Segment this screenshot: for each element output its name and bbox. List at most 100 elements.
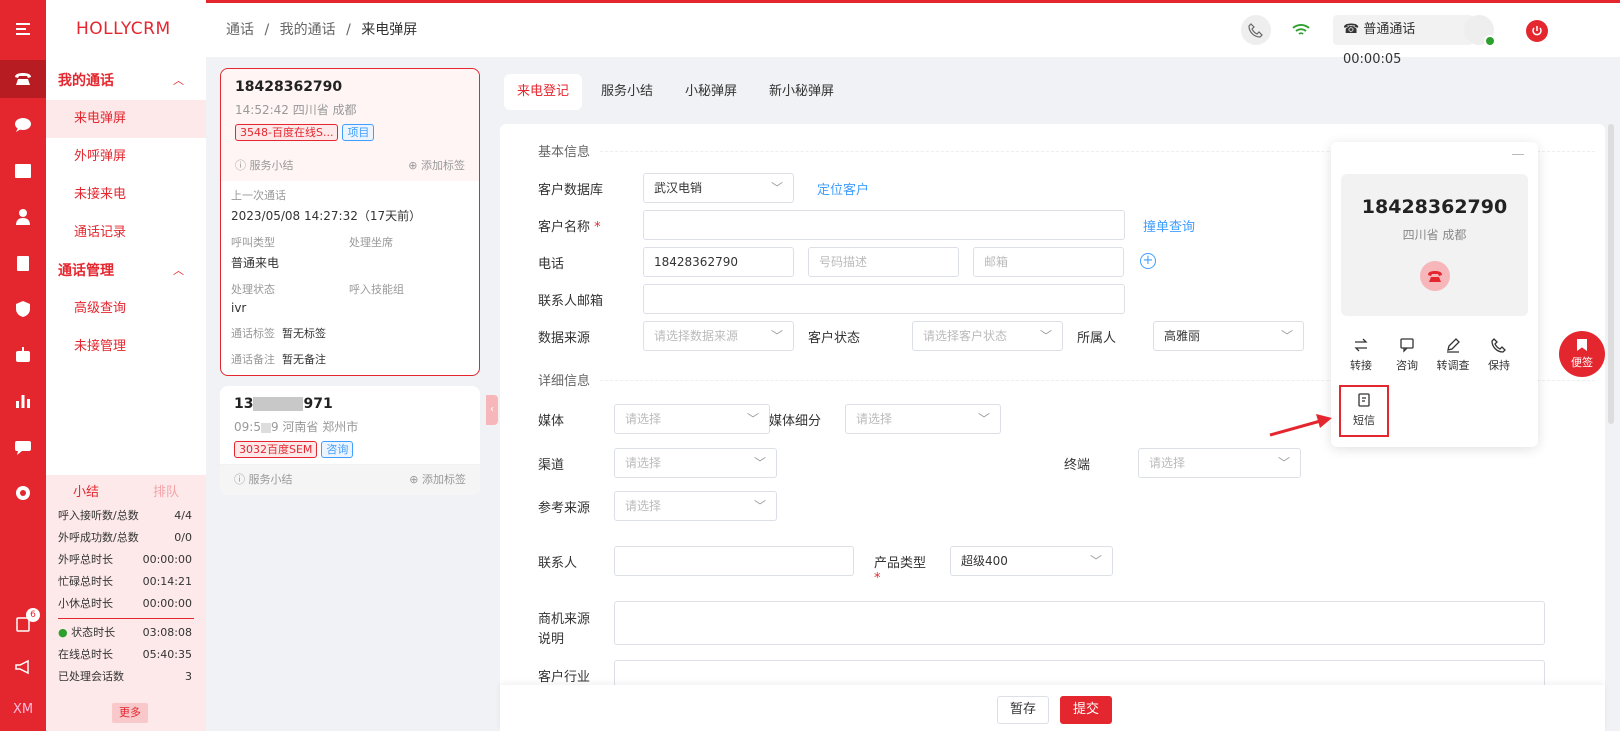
ref-source-select[interactable]: 请选择 ﹀: [614, 491, 777, 521]
clipboard-icon[interactable]: [0, 244, 46, 282]
customer-name-input[interactable]: [643, 210, 1125, 240]
wifi-icon: [1286, 15, 1316, 45]
megaphone-icon[interactable]: [0, 648, 46, 686]
breadcrumb-item[interactable]: 我的通话: [280, 22, 336, 38]
avatar[interactable]: [1464, 15, 1496, 47]
info-icon: ⓘ: [234, 473, 249, 486]
call-card[interactable]: 13 971 09:5 9 河南省 郑州市 3032百度SEM 咨询 ⓘ 服务小结 ⊕…: [220, 386, 480, 495]
sidebar-group-my-calls[interactable]: 我的通话 ︿: [46, 62, 206, 100]
tab-service-summary[interactable]: 服务小结: [588, 74, 666, 110]
menu-icon[interactable]: [0, 10, 46, 48]
chevron-up-icon: ︿: [173, 264, 184, 277]
consult-button[interactable]: 咨询: [1387, 337, 1427, 373]
call-note-value: 暂无备注: [282, 353, 326, 366]
highlight-box: [1339, 385, 1389, 437]
tab-assistant-popup[interactable]: 小秘弹屏: [672, 74, 750, 110]
user-initials[interactable]: XM: [0, 690, 46, 728]
call-list: 18428362790 14:52:42 四川省 成都 3548-百度在线S..…: [220, 68, 480, 505]
gear-icon[interactable]: [0, 474, 46, 512]
scrollbar[interactable]: [1608, 124, 1614, 424]
annotation-arrow: [1269, 414, 1332, 437]
sidebar-item-advanced-query[interactable]: 高级查询: [46, 290, 206, 328]
shield-icon[interactable]: [0, 290, 46, 328]
add-tag-link[interactable]: ⊕ 添加标签: [409, 471, 466, 487]
last-call-value: 2023/05/08 14:27:32（17天前）: [231, 209, 422, 223]
phone-label: 电话: [538, 257, 565, 272]
product-select[interactable]: 超级400 ﹀: [950, 546, 1113, 576]
channel-select[interactable]: 请选择 ﹀: [614, 448, 777, 478]
call-card[interactable]: 18428362790 14:52:42 四川省 成都 3548-百度在线S..…: [220, 68, 480, 376]
breadcrumb: 通话 / 我的通话 / 来电弹屏: [226, 19, 417, 39]
db-select[interactable]: 武汉电销 ﹀: [643, 173, 794, 203]
summary-label: 服务小结: [248, 473, 293, 486]
robot-icon[interactable]: [0, 336, 46, 374]
grid-icon[interactable]: [0, 152, 46, 190]
contact-email-label: 联系人邮箱: [538, 294, 604, 309]
sidebar-item-outbound-popup[interactable]: 外呼弹屏: [46, 138, 206, 176]
phone-icon[interactable]: [0, 60, 46, 98]
more-button[interactable]: 更多: [112, 703, 148, 723]
owner-select[interactable]: 高雅丽 ﹀: [1153, 321, 1304, 351]
power-icon[interactable]: [1526, 20, 1548, 42]
stat-label: 忙碌总时长: [58, 575, 113, 588]
minimize-icon[interactable]: [1512, 154, 1524, 155]
tab-queue[interactable]: 排队: [153, 481, 179, 500]
transfer-button[interactable]: 转接: [1341, 337, 1381, 373]
hold-button[interactable]: 保持: [1479, 337, 1519, 373]
contact-input[interactable]: [614, 546, 854, 576]
breadcrumb-sep: /: [346, 22, 351, 38]
phone-input[interactable]: 18428362790: [643, 247, 794, 277]
plus-circle-icon: ⊕: [408, 159, 421, 172]
contact-label: 联系人: [538, 556, 578, 571]
media-sub-select[interactable]: 请选择 ﹀: [845, 404, 1001, 434]
survey-transfer-button[interactable]: 转调查: [1433, 337, 1473, 373]
sidebar-item-missed-mgmt[interactable]: 未接管理: [46, 328, 206, 366]
tab-summary[interactable]: 小结: [73, 481, 99, 500]
opp-source-textarea[interactable]: [614, 601, 1545, 645]
chevron-up-icon: ︿: [173, 74, 184, 87]
message-icon[interactable]: [0, 428, 46, 466]
stat-value: 4/4: [174, 509, 192, 522]
tasks-icon[interactable]: 6: [0, 604, 46, 642]
user-icon[interactable]: [0, 198, 46, 236]
info-icon: ⓘ: [235, 159, 250, 172]
source-select[interactable]: 请选择数据来源 ﹀: [643, 321, 794, 351]
media-select[interactable]: 请选择 ﹀: [614, 404, 770, 434]
add-tag-link[interactable]: ⊕ 添加标签: [408, 157, 465, 173]
add-phone-icon[interactable]: +: [1140, 253, 1156, 269]
save-draft-button[interactable]: 暂存: [997, 696, 1050, 724]
chat-icon[interactable]: [0, 106, 46, 144]
submit-button[interactable]: 提交: [1060, 696, 1113, 724]
cust-status-select[interactable]: 请选择客户状态 ﹀: [912, 321, 1063, 351]
phone-icon: ☎: [1343, 22, 1364, 37]
phone-ring-icon[interactable]: [1241, 15, 1271, 45]
tab-new-assistant-popup[interactable]: 新小秘弹屏: [756, 74, 847, 110]
notes-label: 便签: [1571, 356, 1593, 369]
tasks-badge: 6: [26, 608, 40, 622]
call-status: ☎ 普通通话 00:00:05: [1333, 15, 1473, 67]
caller-card: 18428362790 四川省 成都: [1341, 174, 1528, 316]
contact-email-input[interactable]: [643, 284, 1125, 314]
locate-customer-link[interactable]: 定位客户: [817, 179, 869, 198]
call-tag-label: 通话标签: [231, 327, 275, 340]
breadcrumb-item[interactable]: 通话: [226, 22, 254, 38]
sidebar-item-incoming-popup[interactable]: 来电弹屏: [46, 100, 206, 138]
industry-label: 客户行业: [538, 670, 591, 685]
sidebar-item-missed-calls[interactable]: 未接来电: [46, 176, 206, 214]
tab-call-register[interactable]: 来电登记: [504, 74, 583, 110]
top-bar: 通话 / 我的通话 / 来电弹屏 ☎ 普通通话 00:00:05: [206, 0, 1620, 67]
summary-link[interactable]: ⓘ 服务小结: [235, 157, 294, 173]
summary-link[interactable]: ⓘ 服务小结: [234, 471, 293, 487]
breadcrumb-sep: /: [264, 22, 270, 38]
sidebar-item-call-records[interactable]: 通话记录: [46, 214, 206, 252]
hangup-icon[interactable]: [1419, 261, 1450, 291]
call-type-value: 普通来电: [231, 256, 280, 270]
notes-float-button[interactable]: 便签: [1559, 331, 1605, 377]
phone-desc-input[interactable]: 号码描述: [808, 247, 959, 277]
sidebar-group-call-mgmt[interactable]: 通话管理 ︿: [46, 252, 206, 290]
email-input[interactable]: 邮箱: [973, 247, 1124, 277]
dup-query-link[interactable]: 撞单查询: [1143, 216, 1195, 235]
collapse-handle[interactable]: ‹: [486, 395, 498, 425]
terminal-select[interactable]: 请选择 ﹀: [1138, 448, 1301, 478]
chart-icon[interactable]: [0, 382, 46, 420]
